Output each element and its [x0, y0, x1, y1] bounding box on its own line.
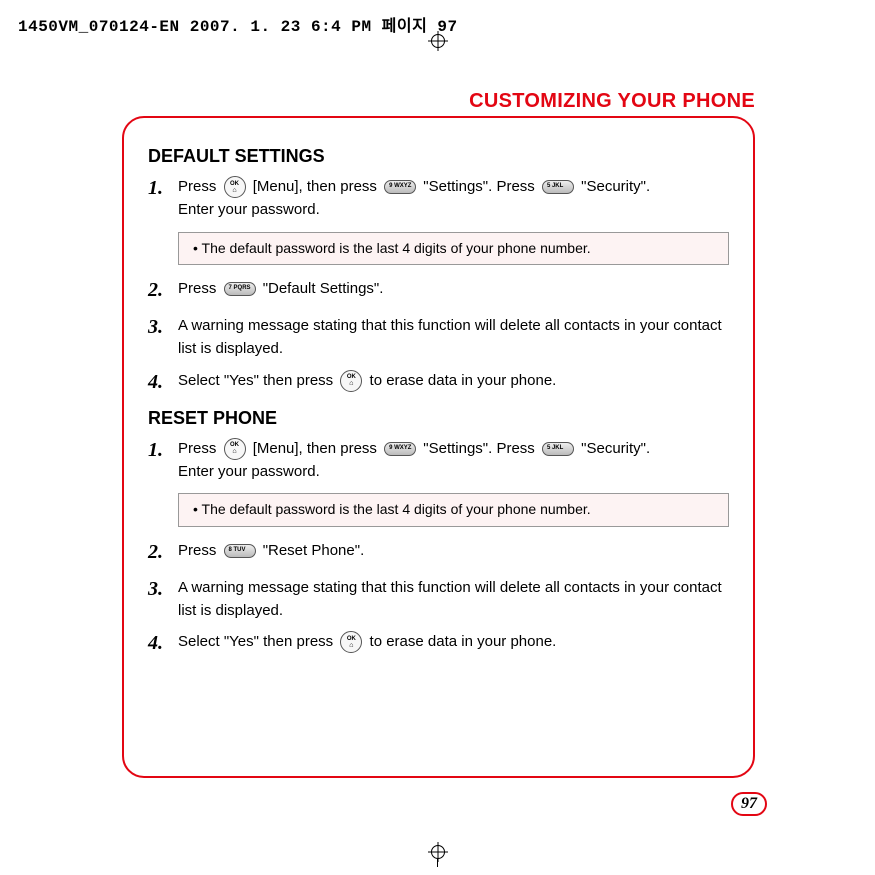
step-body: Select "Yes" then press OK⌂ to erase dat… [178, 628, 729, 653]
step-4: 4. Select "Yes" then press OK⌂ to erase … [148, 628, 729, 659]
step-2: 2. Press 8 TUV "Reset Phone". [148, 537, 729, 568]
ok-key-icon: OK⌂ [340, 370, 362, 392]
steps-default-settings: 1. Press OK⌂ [Menu], then press 9 WXYZ "… [148, 173, 729, 222]
steps-reset-phone: 1. Press OK⌂ [Menu], then press 9 WXYZ "… [148, 435, 729, 484]
step-body: Press 8 TUV "Reset Phone". [178, 537, 729, 562]
heading-reset-phone: RESET PHONE [148, 408, 729, 429]
step-num: 4. [148, 367, 178, 398]
ok-key-icon: OK⌂ [224, 176, 246, 198]
step-4: 4. Select "Yes" then press OK⌂ to erase … [148, 367, 729, 398]
heading-default-settings: DEFAULT SETTINGS [148, 146, 729, 167]
key-8-icon: 8 TUV [224, 544, 256, 558]
key-5-icon: 5 JKL [542, 180, 574, 194]
content-box: DEFAULT SETTINGS 1. Press OK⌂ [Menu], th… [122, 116, 755, 778]
crop-mark-top-icon [431, 34, 445, 48]
step-num: 3. [148, 312, 178, 343]
step-num: 2. [148, 275, 178, 306]
ok-key-icon: OK⌂ [224, 438, 246, 460]
step-num: 3. [148, 574, 178, 605]
steps-reset-phone-cont: 2. Press 8 TUV "Reset Phone". 3. A warni… [148, 537, 729, 660]
step-2: 2. Press 7 PQRS "Default Settings". [148, 275, 729, 306]
note-reset-phone: The default password is the last 4 digit… [178, 493, 729, 527]
key-5-icon: 5 JKL [542, 442, 574, 456]
ok-key-icon: OK⌂ [340, 631, 362, 653]
step-3: 3. A warning message stating that this f… [148, 312, 729, 361]
key-9-icon: 9 WXYZ [384, 442, 416, 456]
print-header: 1450VM_070124-EN 2007. 1. 23 6:4 PM 페이지 … [18, 12, 458, 36]
step-3: 3. A warning message stating that this f… [148, 574, 729, 623]
key-7-icon: 7 PQRS [224, 282, 256, 296]
step-num: 1. [148, 173, 178, 204]
step-body: Press OK⌂ [Menu], then press 9 WXYZ "Set… [178, 435, 729, 484]
step-num: 4. [148, 628, 178, 659]
key-9-icon: 9 WXYZ [384, 180, 416, 194]
step-body: A warning message stating that this func… [178, 312, 729, 361]
step-num: 2. [148, 537, 178, 568]
step-body: Select "Yes" then press OK⌂ to erase dat… [178, 367, 729, 392]
page-number: 97 [731, 792, 767, 816]
step-body: Press 7 PQRS "Default Settings". [178, 275, 729, 300]
note-text: The default password is the last 4 digit… [193, 501, 591, 517]
note-text: The default password is the last 4 digit… [193, 240, 591, 256]
steps-default-settings-cont: 2. Press 7 PQRS "Default Settings". 3. A… [148, 275, 729, 398]
step-body: Press OK⌂ [Menu], then press 9 WXYZ "Set… [178, 173, 729, 222]
step-1: 1. Press OK⌂ [Menu], then press 9 WXYZ "… [148, 173, 729, 222]
step-1: 1. Press OK⌂ [Menu], then press 9 WXYZ "… [148, 435, 729, 484]
step-body: A warning message stating that this func… [178, 574, 729, 623]
crop-mark-bottom-icon [431, 845, 445, 867]
note-default-settings: The default password is the last 4 digit… [178, 232, 729, 266]
step-num: 1. [148, 435, 178, 466]
page-title: CUSTOMIZING YOUR PHONE [469, 90, 755, 113]
